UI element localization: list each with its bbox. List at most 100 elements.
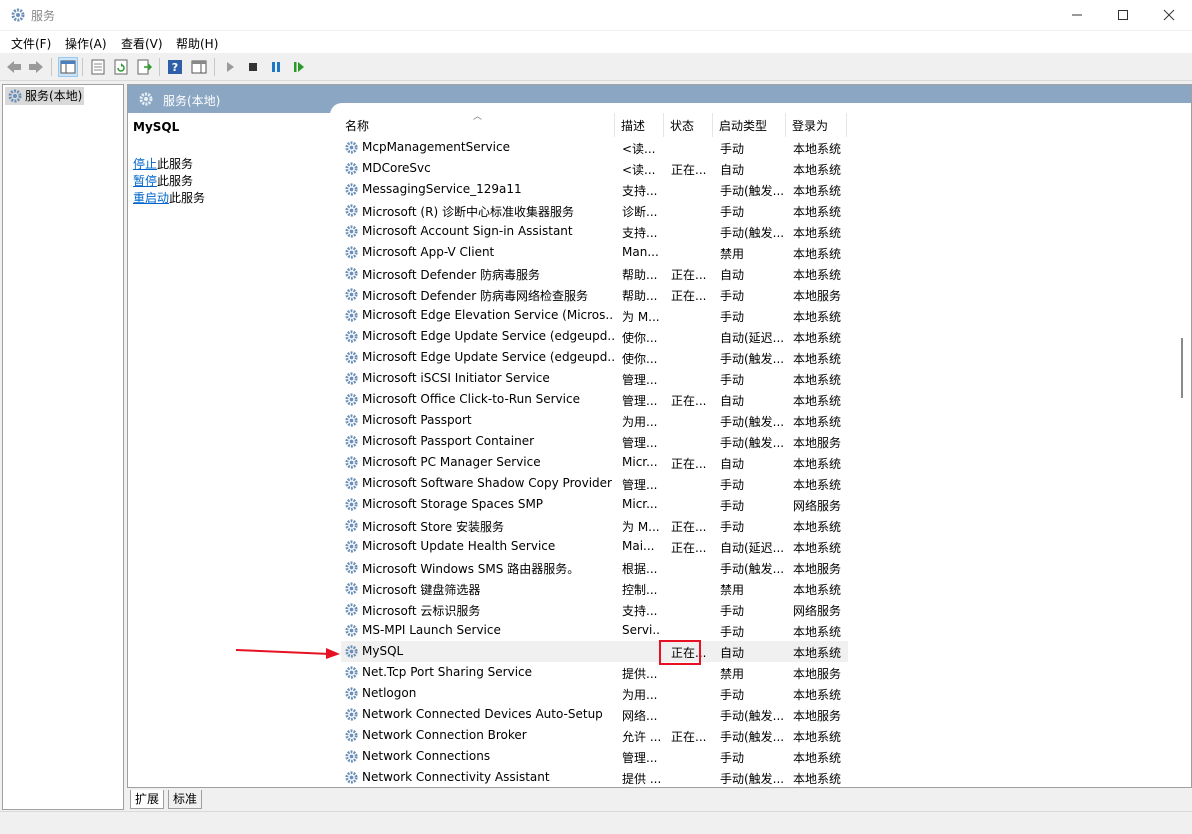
start-service-button[interactable]: [221, 58, 239, 76]
service-row[interactable]: Microsoft iSCSI Initiator Service 管理... 手动…: [341, 368, 848, 389]
service-row[interactable]: Network Connectivity Assistant 提供 ... 手动(触…: [341, 767, 848, 787]
menu-file[interactable]: 文件(F): [11, 35, 51, 52]
tree-item-services-local[interactable]: 服务(本地): [5, 87, 85, 105]
service-log-on-as: 本地系统: [793, 772, 842, 786]
service-row[interactable]: Microsoft Defender 防病毒网络检查服务 帮助... 正在... 手动…: [341, 284, 848, 305]
properties-button[interactable]: [89, 58, 107, 76]
service-name: Microsoft Edge Update Service (edgeupd..…: [362, 350, 614, 364]
service-log-on-as: 本地系统: [793, 142, 842, 156]
restart-service-link[interactable]: 重启动: [133, 191, 169, 205]
show-hide-console-tree-button[interactable]: [58, 57, 78, 77]
service-row[interactable]: Microsoft Defender 防病毒服务 帮助... 正在... 自动 本地系统: [341, 263, 848, 284]
service-row[interactable]: Microsoft 云标识服务 支持... 手动 网络服务: [341, 599, 848, 620]
service-startup-type: 手动(触发...: [720, 730, 785, 744]
service-row[interactable]: Net.Tcp Port Sharing Service 提供... 禁用 本地服务: [341, 662, 848, 683]
column-header-log-on-as[interactable]: 登录为: [792, 117, 828, 134]
service-startup-type: 手动: [720, 625, 745, 639]
service-row[interactable]: Microsoft Office Click-to-Run Service 管理.…: [341, 389, 848, 410]
back-button[interactable]: [5, 58, 23, 76]
tab-extended[interactable]: 扩展: [130, 790, 165, 809]
column-header-description[interactable]: 描述: [621, 117, 645, 134]
stop-service-button[interactable]: [244, 58, 262, 76]
service-row[interactable]: Microsoft Account Sign-in Assistant 支持...…: [341, 221, 848, 242]
service-log-on-as: 本地系统: [793, 415, 842, 429]
service-status: 正在...: [671, 730, 707, 744]
service-description: 管理...: [622, 751, 658, 765]
service-row[interactable]: Microsoft Passport Container 管理... 手动(触发..…: [341, 431, 848, 452]
service-row[interactable]: Microsoft Store 安装服务 为 M... 正在... 手动 本地系统: [341, 515, 848, 536]
service-row[interactable]: Netlogon 为用... 手动 本地系统: [341, 683, 848, 704]
help-button[interactable]: ?: [166, 58, 184, 76]
menu-help[interactable]: 帮助(H): [176, 35, 218, 52]
service-row[interactable]: Microsoft Windows SMS 路由器服务。 根据... 手动(触发..…: [341, 557, 848, 578]
column-header-startup-type[interactable]: 启动类型: [719, 117, 767, 134]
service-description: 使你...: [622, 352, 658, 366]
service-log-on-as: 本地系统: [793, 394, 842, 408]
service-log-on-as: 网络服务: [793, 499, 842, 513]
service-log-on-as: 本地系统: [793, 247, 842, 261]
status-highlight-box: [659, 640, 701, 665]
service-row[interactable]: Microsoft Passport 为用... 手动(触发... 本地系统: [341, 410, 848, 431]
service-startup-type: 手动: [720, 289, 745, 303]
service-description: <读...: [622, 163, 656, 177]
maximize-button[interactable]: [1100, 0, 1146, 30]
service-row[interactable]: MS-MPI Launch Service Servi... 手动 本地系统: [341, 620, 848, 641]
service-row[interactable]: Microsoft 键盘筛选器 控制... 禁用 本地系统: [341, 578, 848, 599]
pause-service-button[interactable]: [267, 58, 285, 76]
service-row[interactable]: McpManagementService <读... 手动 本地系统: [341, 137, 848, 158]
service-name: Microsoft Storage Spaces SMP: [362, 497, 544, 511]
service-description: 使你...: [622, 331, 658, 345]
forward-button[interactable]: [27, 58, 45, 76]
service-row[interactable]: Network Connection Broker 允许 ... 正在... 手动(触…: [341, 725, 848, 746]
minimize-button[interactable]: [1054, 0, 1100, 30]
service-log-on-as: 本地系统: [793, 310, 842, 324]
service-name: Microsoft Defender 防病毒服务: [362, 268, 541, 282]
service-row[interactable]: Microsoft App-V Client Man... 禁用 本地系统: [341, 242, 848, 263]
service-startup-type: 禁用: [720, 583, 745, 597]
service-row[interactable]: MySQL 正在... 自动 本地系统: [341, 641, 848, 662]
service-status: 正在...: [671, 289, 707, 303]
service-row[interactable]: Microsoft (R) 诊断中心标准收集器服务 诊断... 手动 本地系统: [341, 200, 848, 221]
service-row[interactable]: MDCoreSvc <读... 正在... 自动 本地系统: [341, 158, 848, 179]
help-icon: ?: [168, 60, 182, 74]
service-description: 控制...: [622, 583, 658, 597]
restart-service-button[interactable]: [290, 58, 308, 76]
service-gear-icon: [344, 182, 359, 197]
toolbar: ?: [0, 54, 1192, 81]
service-row[interactable]: Microsoft Edge Elevation Service (Micros…: [341, 305, 848, 326]
service-startup-type: 手动(触发...: [720, 562, 785, 576]
tab-standard[interactable]: 标准: [168, 790, 203, 809]
pause-icon: [272, 62, 280, 72]
column-header-status[interactable]: 状态: [670, 117, 694, 134]
service-row[interactable]: Microsoft PC Manager Service Micr... 正在...…: [341, 452, 848, 473]
column-header-name[interactable]: 名称: [345, 117, 369, 134]
show-action-pane-button[interactable]: [190, 58, 208, 76]
service-gear-icon: [344, 497, 359, 512]
service-gear-icon: [344, 770, 359, 785]
service-row[interactable]: Microsoft Update Health Service Mai... 正在.…: [341, 536, 848, 557]
pause-service-link[interactable]: 暂停: [133, 174, 157, 188]
service-log-on-as: 本地服务: [793, 562, 842, 576]
service-gear-icon: [344, 287, 359, 302]
service-log-on-as: 本地系统: [793, 205, 842, 219]
service-row[interactable]: Network Connections 管理... 手动 本地系统: [341, 746, 848, 767]
service-row[interactable]: Microsoft Edge Update Service (edgeupd..…: [341, 347, 848, 368]
service-status: 正在...: [671, 163, 707, 177]
service-description: 管理...: [622, 373, 658, 387]
service-row[interactable]: MessagingService_129a11 支持... 手动(触发... 本地系统: [341, 179, 848, 200]
stop-service-link[interactable]: 停止: [133, 157, 157, 171]
close-button[interactable]: [1146, 0, 1192, 30]
vertical-scrollbar-thumb[interactable]: [1181, 338, 1183, 398]
export-list-button[interactable]: [135, 58, 153, 76]
service-row[interactable]: Microsoft Software Shadow Copy Provider 管…: [341, 473, 848, 494]
service-description: 支持...: [622, 184, 658, 198]
service-name: Microsoft (R) 诊断中心标准收集器服务: [362, 205, 574, 219]
service-gear-icon: [344, 308, 359, 323]
menu-action[interactable]: 操作(A): [65, 35, 107, 52]
service-row[interactable]: Network Connected Devices Auto-Setup 网络..…: [341, 704, 848, 725]
refresh-button[interactable]: [112, 58, 130, 76]
service-row[interactable]: Microsoft Storage Spaces SMP Micr... 手动 网络服…: [341, 494, 848, 515]
service-row[interactable]: Microsoft Edge Update Service (edgeupd..…: [341, 326, 848, 347]
menu-view[interactable]: 查看(V): [121, 35, 163, 52]
service-name: Network Connections: [362, 749, 491, 763]
